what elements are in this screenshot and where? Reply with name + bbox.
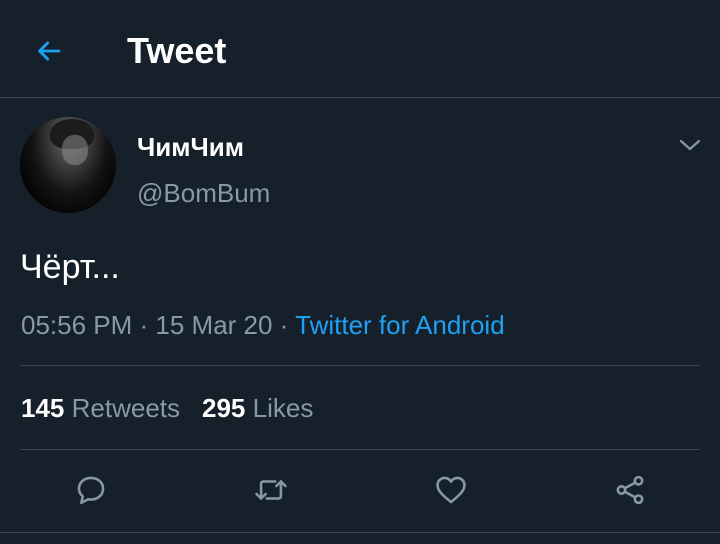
author-handle[interactable]: @BomBum <box>137 177 270 209</box>
share-icon <box>616 475 644 505</box>
page-title: Tweet <box>127 30 227 71</box>
top-bar: Tweet <box>0 0 720 98</box>
divider <box>0 532 720 533</box>
avatar[interactable] <box>20 117 116 213</box>
tweet-source-link[interactable]: Twitter for Android <box>295 310 505 340</box>
tweet-actions <box>0 466 720 514</box>
reply-button[interactable] <box>67 466 115 514</box>
heart-icon <box>436 476 466 504</box>
arrow-left-icon <box>38 41 61 61</box>
tweet-text: Чёрт... <box>20 248 120 286</box>
author-display-name[interactable]: ЧимЧим <box>137 132 244 162</box>
likes-count: 295 <box>202 393 246 423</box>
likes-label: Likes <box>252 393 314 423</box>
tweet-meta: 05:56 PM · 15 Mar 20 · Twitter for Andro… <box>21 309 505 341</box>
retweets-stat[interactable]: 145 Retweets <box>21 393 180 423</box>
tweet-date: 15 Mar 20 <box>155 310 273 340</box>
share-button[interactable] <box>606 466 654 514</box>
retweets-label: Retweets <box>71 393 181 423</box>
retweet-icon <box>255 480 287 500</box>
back-button[interactable] <box>26 28 72 74</box>
likes-stat[interactable]: 295 Likes <box>202 393 313 423</box>
retweet-button[interactable] <box>247 466 295 514</box>
reply-icon <box>77 476 105 505</box>
tweet-stats: 145 Retweets 295 Likes <box>21 392 335 424</box>
tweet-time: 05:56 PM <box>21 310 133 340</box>
retweets-count: 145 <box>21 393 65 423</box>
tweet-options-button[interactable] <box>674 130 706 160</box>
divider <box>20 449 700 450</box>
meta-separator: · <box>272 310 296 340</box>
like-button[interactable] <box>427 466 475 514</box>
meta-separator: · <box>132 310 156 340</box>
chevron-down-icon <box>679 139 701 151</box>
divider <box>20 365 700 366</box>
